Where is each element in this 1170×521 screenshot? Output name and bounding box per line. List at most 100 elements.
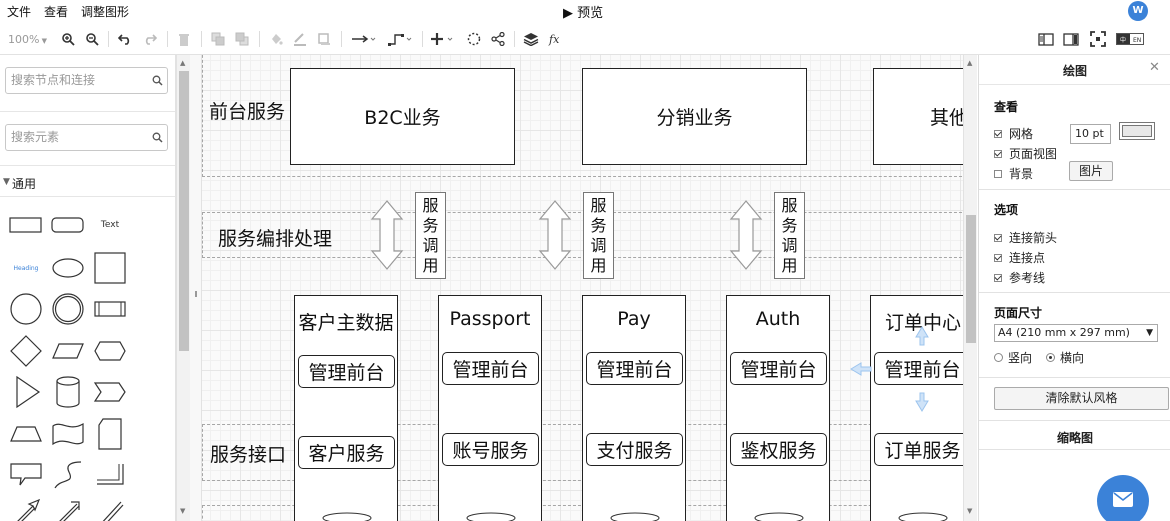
grid-checkbox[interactable]	[994, 129, 1002, 138]
menu-file[interactable]: 文件	[7, 3, 31, 20]
shape-circle[interactable]	[6, 289, 46, 329]
format-panel-icon[interactable]	[1036, 23, 1056, 55]
service-box[interactable]: 账号服务	[442, 433, 539, 466]
shape-step[interactable]	[90, 372, 130, 412]
database-cylinder[interactable]	[466, 512, 516, 521]
shape-ellipse[interactable]	[48, 248, 88, 288]
shape-trapezoid[interactable]	[6, 414, 46, 454]
guides-option[interactable]: 参考线	[994, 269, 1045, 286]
shape-text[interactable]: Text	[90, 205, 130, 245]
layers-icon[interactable]	[522, 23, 540, 55]
shape-diamond[interactable]	[6, 331, 46, 371]
background-option[interactable]: 背景	[994, 165, 1033, 182]
line-color-icon[interactable]	[292, 23, 308, 55]
admin-frontend-box[interactable]: 管理前台	[730, 352, 827, 385]
reset-default-style-button[interactable]: 清除默认风格	[994, 387, 1169, 410]
service-column[interactable]: Passport	[438, 295, 542, 521]
search-elements-input[interactable]	[11, 130, 151, 144]
admin-frontend-box[interactable]: 管理前台	[298, 355, 395, 388]
shape-arrow-double[interactable]	[48, 493, 88, 521]
shape-triangle[interactable]	[6, 372, 46, 412]
shape-cylinder[interactable]	[48, 372, 88, 412]
database-cylinder[interactable]	[322, 512, 372, 521]
shape-line[interactable]	[90, 493, 130, 521]
connection-arrows-option[interactable]: 连接箭头	[994, 229, 1057, 246]
shape-heading-text[interactable]: Heading	[6, 248, 46, 288]
page-size-select[interactable]: A4 (210 mm x 297 mm) ▼	[994, 324, 1158, 342]
admin-frontend-box[interactable]: 管理前台	[586, 352, 683, 385]
search-shapes-input[interactable]	[11, 73, 151, 87]
ellipse-select-icon[interactable]	[465, 23, 483, 55]
guides-checkbox[interactable]	[994, 273, 1002, 282]
language-toggle-icon[interactable]: 中 EN	[1115, 23, 1145, 55]
shape-partial-rectangle[interactable]	[90, 455, 130, 495]
diagram-canvas[interactable]: 前台服务 服务编排处理 服务接口 B2C业务 分销业务 其他 服务调用 服务调用…	[202, 55, 963, 521]
redo-icon[interactable]	[141, 23, 159, 55]
admin-frontend-box[interactable]: 管理前台	[442, 352, 539, 385]
service-box[interactable]: 订单服务	[874, 433, 963, 466]
zoom-in-icon[interactable]	[60, 23, 76, 55]
scrollbar-thumb[interactable]	[179, 71, 189, 351]
connection-points-option[interactable]: 连接点	[994, 249, 1045, 266]
grid-size-input[interactable]: 10 pt	[1070, 124, 1111, 144]
search-shapes-field[interactable]	[5, 67, 168, 94]
delete-icon[interactable]	[176, 23, 192, 55]
fullscreen-icon[interactable]	[1088, 23, 1108, 55]
search-elements-field[interactable]	[5, 124, 168, 151]
service-box[interactable]: 支付服务	[586, 433, 683, 466]
sidebar-scrollbar[interactable]: ▲ ▼	[176, 55, 190, 521]
insert-icon[interactable]	[430, 23, 456, 55]
page-view-checkbox[interactable]	[994, 149, 1002, 158]
grid-color-picker[interactable]	[1119, 122, 1155, 140]
shape-parallelogram[interactable]	[48, 331, 88, 371]
scrollbar-thumb[interactable]	[966, 215, 976, 343]
to-front-icon[interactable]	[210, 23, 226, 55]
double-arrow[interactable]	[729, 199, 763, 271]
connection-arrow-icon[interactable]	[350, 23, 378, 55]
zoom-out-icon[interactable]	[84, 23, 100, 55]
canvas-scrollbar[interactable]: ▲ ▼	[963, 55, 977, 521]
menu-view[interactable]: 查看	[44, 3, 68, 20]
shape-tape[interactable]	[48, 414, 88, 454]
sidebar-splitter[interactable]	[190, 55, 202, 521]
shape-hexagon[interactable]	[90, 331, 130, 371]
shape-arrow-diagonal[interactable]	[6, 493, 46, 521]
scroll-up-icon[interactable]: ▲	[967, 59, 972, 67]
shape-process[interactable]	[90, 289, 130, 329]
section-general-header[interactable]: ▼ 通用	[0, 173, 175, 193]
zoom-dropdown[interactable]: 100% ▼	[8, 33, 47, 46]
formula-icon[interactable]: fx	[547, 23, 565, 55]
undo-icon[interactable]	[116, 23, 134, 55]
service-column[interactable]: Pay	[582, 295, 686, 521]
waypoints-icon[interactable]	[386, 23, 414, 55]
portrait-radio[interactable]	[994, 353, 1003, 362]
hover-connection-arrows[interactable]	[847, 325, 963, 415]
shape-curve[interactable]	[48, 455, 88, 495]
frontend-box-b2c[interactable]: B2C业务	[290, 68, 515, 165]
connection-points-checkbox[interactable]	[994, 253, 1002, 262]
background-image-button[interactable]: 图片	[1069, 161, 1113, 181]
search-icon[interactable]	[152, 132, 163, 146]
frontend-box-other[interactable]: 其他	[873, 68, 963, 165]
feedback-mail-button[interactable]	[1097, 475, 1149, 521]
database-cylinder[interactable]	[610, 512, 660, 521]
shape-rounded-rectangle[interactable]	[48, 205, 88, 245]
shape-rectangle[interactable]	[6, 205, 46, 245]
double-arrow[interactable]	[538, 199, 572, 271]
service-box[interactable]: 鉴权服务	[730, 433, 827, 466]
service-box[interactable]: 客户服务	[298, 436, 395, 469]
database-cylinder[interactable]	[898, 512, 948, 521]
shape-square[interactable]	[90, 248, 130, 288]
scroll-down-icon[interactable]: ▼	[967, 507, 972, 515]
user-avatar[interactable]: W	[1128, 1, 1148, 21]
landscape-radio[interactable]	[1046, 353, 1056, 362]
scroll-up-icon[interactable]: ▲	[180, 59, 185, 67]
menu-arrange[interactable]: 调整图形	[81, 3, 129, 20]
fill-color-icon[interactable]	[268, 23, 284, 55]
close-icon[interactable]: ✕	[1149, 60, 1160, 75]
shadow-icon[interactable]	[316, 23, 332, 55]
grid-option[interactable]: 网格	[994, 125, 1033, 142]
connection-arrows-checkbox[interactable]	[994, 233, 1002, 242]
share-icon[interactable]	[489, 23, 507, 55]
database-cylinder[interactable]	[754, 512, 804, 521]
